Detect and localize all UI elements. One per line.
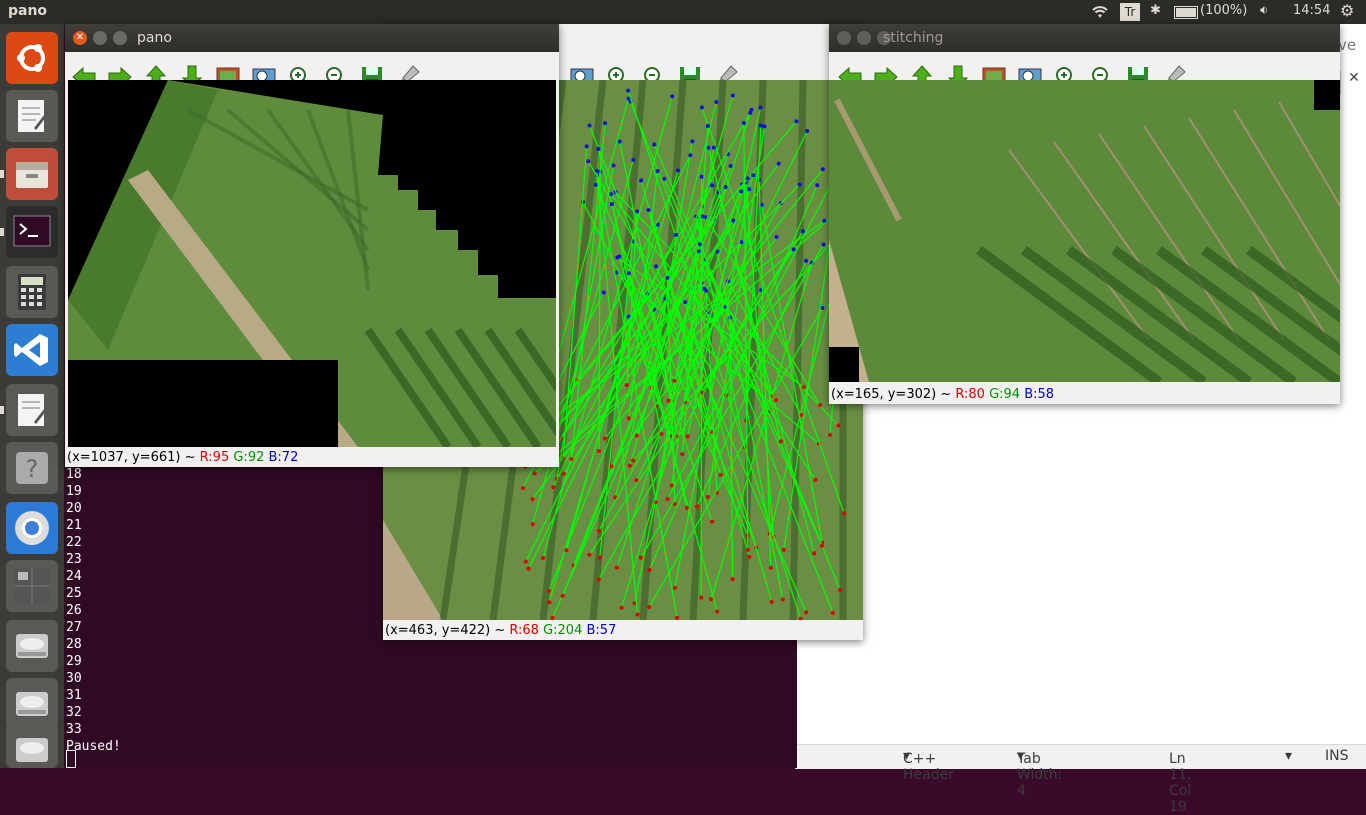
help-icon[interactable]: ? bbox=[6, 442, 58, 494]
pixel-green: G:94 bbox=[989, 387, 1021, 402]
top-panel: pano Tr ✱ (100%) 🔉︎ 14:54 ⚙ bbox=[0, 0, 1366, 24]
file-manager-icon[interactable] bbox=[6, 148, 58, 200]
terminal-line: 23 bbox=[66, 552, 82, 567]
pano-titlebar[interactable]: ✕ pano bbox=[65, 24, 559, 52]
drive-icon[interactable] bbox=[6, 620, 58, 672]
terminal-line: 33 bbox=[66, 722, 82, 737]
stitching-window: stitching (x=165, y=302) ~ R:80 G:94 B:5… bbox=[829, 24, 1340, 404]
terminal-cursor bbox=[66, 750, 76, 768]
terminal-line: 26 bbox=[66, 603, 82, 618]
position-dropdown-icon[interactable]: ▾ bbox=[1285, 748, 1292, 764]
chromium-icon[interactable] bbox=[6, 502, 58, 554]
terminal-line: 29 bbox=[66, 654, 82, 669]
window-title: stitching bbox=[883, 30, 944, 46]
active-app-title: pano bbox=[8, 3, 48, 19]
pano-statusbar: (x=1037, y=661) ~ R:95 G:92 B:72 bbox=[65, 449, 559, 467]
pixel-blue: B:58 bbox=[1024, 387, 1055, 402]
terminal-line: 27 bbox=[66, 620, 82, 635]
battery-percentage[interactable]: (100%) bbox=[1200, 3, 1247, 18]
terminal-line: 20 bbox=[66, 501, 82, 516]
settings-gear-icon[interactable]: ⚙ bbox=[1340, 1, 1354, 20]
running-indicator bbox=[0, 406, 4, 414]
terminal-line: 28 bbox=[66, 637, 82, 652]
text-editor-2-icon[interactable] bbox=[6, 384, 58, 436]
terminal-line: 22 bbox=[66, 535, 82, 550]
launcher: ? bbox=[0, 24, 64, 768]
terminal-icon[interactable] bbox=[6, 206, 58, 258]
pixel-red: R:68 bbox=[509, 623, 539, 638]
close-tab-icon[interactable]: ✕ bbox=[1340, 70, 1366, 94]
wifi-icon[interactable] bbox=[1090, 4, 1110, 24]
vscode-icon[interactable] bbox=[6, 324, 58, 376]
pixel-blue: B:57 bbox=[586, 623, 617, 638]
ubuntu-dash-icon[interactable] bbox=[6, 32, 58, 84]
terminal-line: 30 bbox=[66, 671, 82, 686]
terminal-output: 18 19 20 21 22 23 24 25 26 27 28 29 30 31 32 33 Paused! bbox=[66, 466, 121, 755]
clock[interactable]: 14:54 bbox=[1293, 3, 1330, 18]
terminal-line: 21 bbox=[66, 518, 82, 533]
terminal-line: 32 bbox=[66, 705, 82, 720]
text-editor-icon[interactable] bbox=[6, 90, 58, 142]
insert-mode: INS bbox=[1325, 748, 1349, 764]
pixel-green: G:92 bbox=[233, 450, 265, 465]
volume-icon[interactable]: 🔉︎ bbox=[1260, 3, 1268, 18]
pano-image-canvas[interactable] bbox=[68, 80, 556, 447]
bluetooth-icon[interactable]: ✱ bbox=[1150, 3, 1161, 18]
keyboard-layout-indicator[interactable]: Tr bbox=[1120, 3, 1140, 21]
maximize-button[interactable] bbox=[113, 31, 127, 45]
cursor-coordinates: (x=1037, y=661) ~ bbox=[67, 450, 196, 465]
cursor-coordinates: (x=463, y=422) ~ bbox=[385, 623, 506, 638]
background-window-fragment: ve bbox=[1338, 36, 1357, 54]
terminal-line: 31 bbox=[66, 688, 82, 703]
cursor-coordinates: (x=165, y=302) ~ bbox=[831, 387, 952, 402]
close-button[interactable]: ✕ bbox=[73, 31, 87, 45]
calculator-icon[interactable] bbox=[6, 266, 58, 318]
pixel-red: R:80 bbox=[955, 387, 985, 402]
minimize-button[interactable] bbox=[857, 31, 871, 45]
language-selector[interactable]: C++ Header ▾ bbox=[903, 748, 954, 783]
terminal-line: 25 bbox=[66, 586, 82, 601]
running-indicator bbox=[0, 228, 4, 236]
battery-icon[interactable] bbox=[1174, 6, 1198, 19]
pano-window: ✕ pano (x=1037, y=661) ~ R:95 G:92 B:72 bbox=[65, 24, 559, 467]
terminal-line: 18 bbox=[66, 467, 82, 482]
editor-statusbar: C++ Header ▾ Tab Width: 4 ▾ Ln 11, Col 1… bbox=[795, 744, 1366, 815]
stitching-titlebar[interactable]: stitching bbox=[829, 24, 1340, 52]
drive-3-icon[interactable] bbox=[6, 724, 58, 768]
drive-2-icon[interactable] bbox=[6, 678, 58, 730]
matches-statusbar: (x=463, y=422) ~ R:68 G:204 B:57 bbox=[383, 622, 863, 640]
svg-text:?: ? bbox=[26, 455, 39, 483]
pixel-red: R:95 bbox=[199, 450, 230, 465]
tab-width-selector[interactable]: Tab Width: 4 ▾ bbox=[1017, 748, 1062, 799]
terminal-line: 19 bbox=[66, 484, 82, 499]
pixel-green: G:204 bbox=[543, 623, 583, 638]
running-indicator bbox=[0, 170, 4, 178]
terminal-line: 24 bbox=[66, 569, 82, 584]
workspace-switcher-icon[interactable] bbox=[6, 560, 58, 612]
minimize-button[interactable] bbox=[93, 31, 107, 45]
stitching-image-canvas[interactable] bbox=[829, 80, 1340, 382]
window-title: pano bbox=[137, 30, 172, 46]
pixel-blue: B:72 bbox=[268, 450, 299, 465]
close-button[interactable] bbox=[837, 31, 851, 45]
stitching-statusbar: (x=165, y=302) ~ R:80 G:94 B:58 bbox=[829, 386, 1340, 404]
